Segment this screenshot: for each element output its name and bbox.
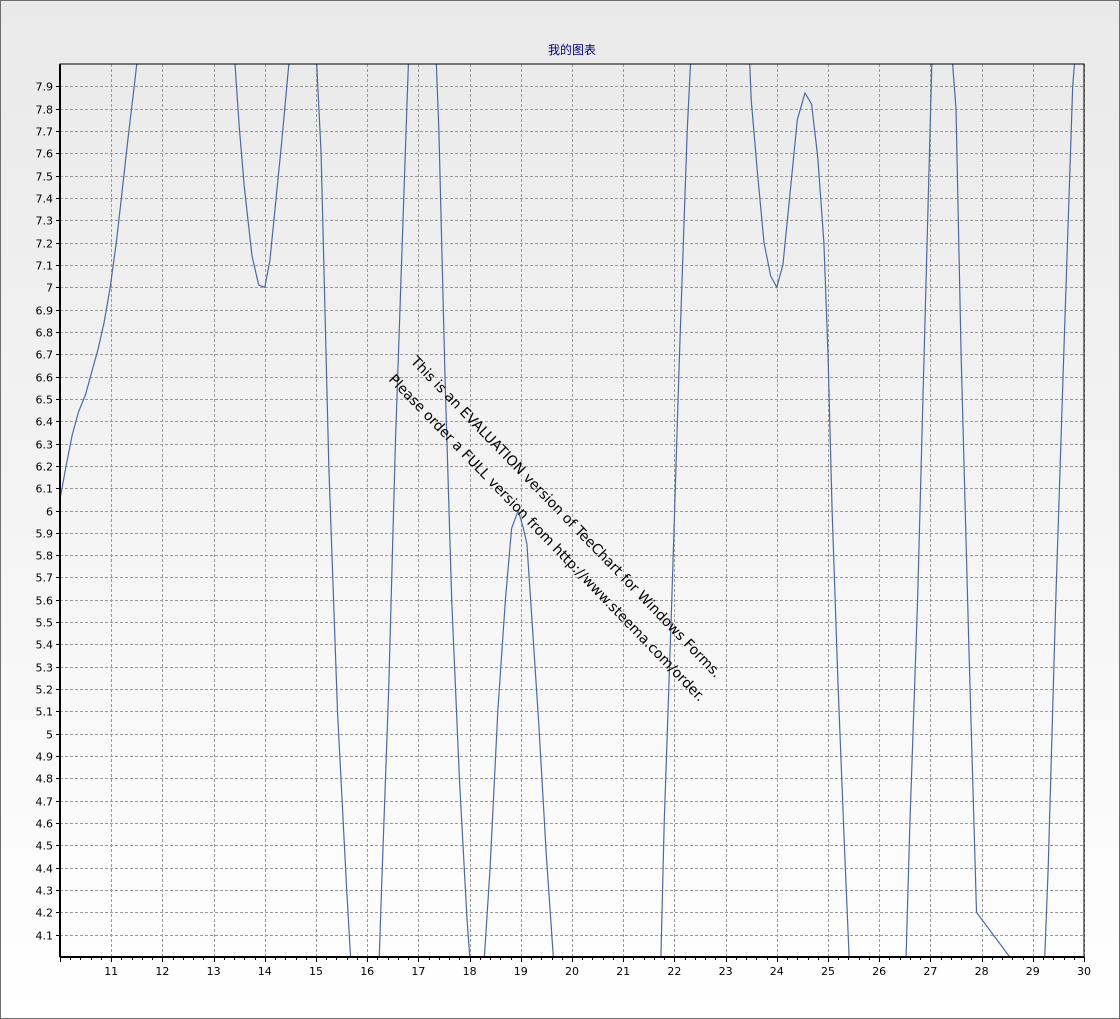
y-tick-label: 6.1 [36,483,54,496]
y-tick-label: 6.9 [36,305,54,318]
y-tick-label: 4.1 [36,930,54,943]
x-tick-label: 20 [565,965,579,978]
y-tick-label: 6 [46,506,53,519]
y-tick-label: 4.4 [36,863,54,876]
y-tick-label: 6.6 [36,372,54,385]
y-axis-tick-labels: 4.1 4.2 4.3 4.4 4.5 4.6 4.7 4.8 4.9 5 5.1 5.2 5.3 5.4… [36,81,54,943]
y-tick-label: 5.1 [36,706,54,719]
y-tick-label: 4.5 [36,840,54,853]
y-tick-label: 7.7 [36,126,54,139]
y-tick-label: 6.7 [36,349,54,362]
x-tick-label: 23 [719,965,733,978]
x-tick-label: 11 [104,965,118,978]
x-tick-label: 17 [411,965,425,978]
x-tick-label: 30 [1077,965,1091,978]
y-tick-label: 5.9 [36,528,54,541]
y-tick-label: 4.7 [36,796,54,809]
x-tick-label: 12 [155,965,169,978]
x-tick-label: 21 [616,965,630,978]
y-tick-label: 5.6 [36,595,54,608]
y-tick-label: 6.5 [36,394,54,407]
y-tick-label: 4.6 [36,818,54,831]
y-tick-label: 5.8 [36,550,54,563]
y-tick-label: 6.8 [36,327,54,340]
y-tick-label: 5.7 [36,572,54,585]
x-tick-label: 29 [1026,965,1040,978]
y-tick-label: 7.5 [36,171,54,184]
y-tick-label: 7.2 [36,238,54,251]
evaluation-watermark: This is an EVALUATION version of TeeChar… [385,353,724,705]
y-tick-label: 5.3 [36,662,54,675]
y-tick-label: 4.8 [36,773,54,786]
y-tick-label: 7.6 [36,148,54,161]
y-tick-label: 7.4 [36,193,54,206]
y-tick-label: 7 [46,282,53,295]
x-tick-label: 19 [514,965,528,978]
watermark-line-1: This is an EVALUATION version of TeeChar… [406,353,724,681]
y-tick-label: 5.2 [36,684,54,697]
y-tick-label: 7.9 [36,81,54,94]
y-tick-label: 7.8 [36,104,54,117]
x-tick-label: 15 [309,965,323,978]
y-tick-label: 4.2 [36,907,54,920]
y-tick-label: 5 [46,729,53,742]
y-tick-label: 4.9 [36,751,54,764]
y-tick-label: 7.1 [36,260,54,273]
y-tick-label: 5.4 [36,639,54,652]
x-tick-label: 26 [872,965,886,978]
x-tick-label: 16 [360,965,374,978]
x-tick-label: 14 [258,965,272,978]
x-tick-label: 18 [463,965,477,978]
x-tick-label: 24 [770,965,784,978]
grid-lines [60,64,1085,957]
y-tick-label: 6.2 [36,461,54,474]
x-tick-label: 22 [667,965,681,978]
y-tick-label: 7.3 [36,215,54,228]
y-tick-label: 5.5 [36,617,54,630]
y-tick-label: 6.4 [36,416,54,429]
x-tick-label: 28 [975,965,989,978]
y-tick-label: 6.3 [36,439,54,452]
x-tick-label: 25 [821,965,835,978]
y-tick-label: 4.3 [36,885,54,898]
x-axis-tick-labels: 11 12 13 14 15 16 17 18 19 20 21 22 23 24 25 26 27 28 29 30 [104,965,1091,978]
x-tick-label: 27 [923,965,937,978]
chart-canvas: 4.1 4.2 4.3 4.4 4.5 4.6 4.7 4.8 4.9 5 5.1 5.2 5.3 5.4… [36,42,1092,978]
chart-title: 我的图表 [548,42,596,57]
x-tick-label: 13 [207,965,221,978]
